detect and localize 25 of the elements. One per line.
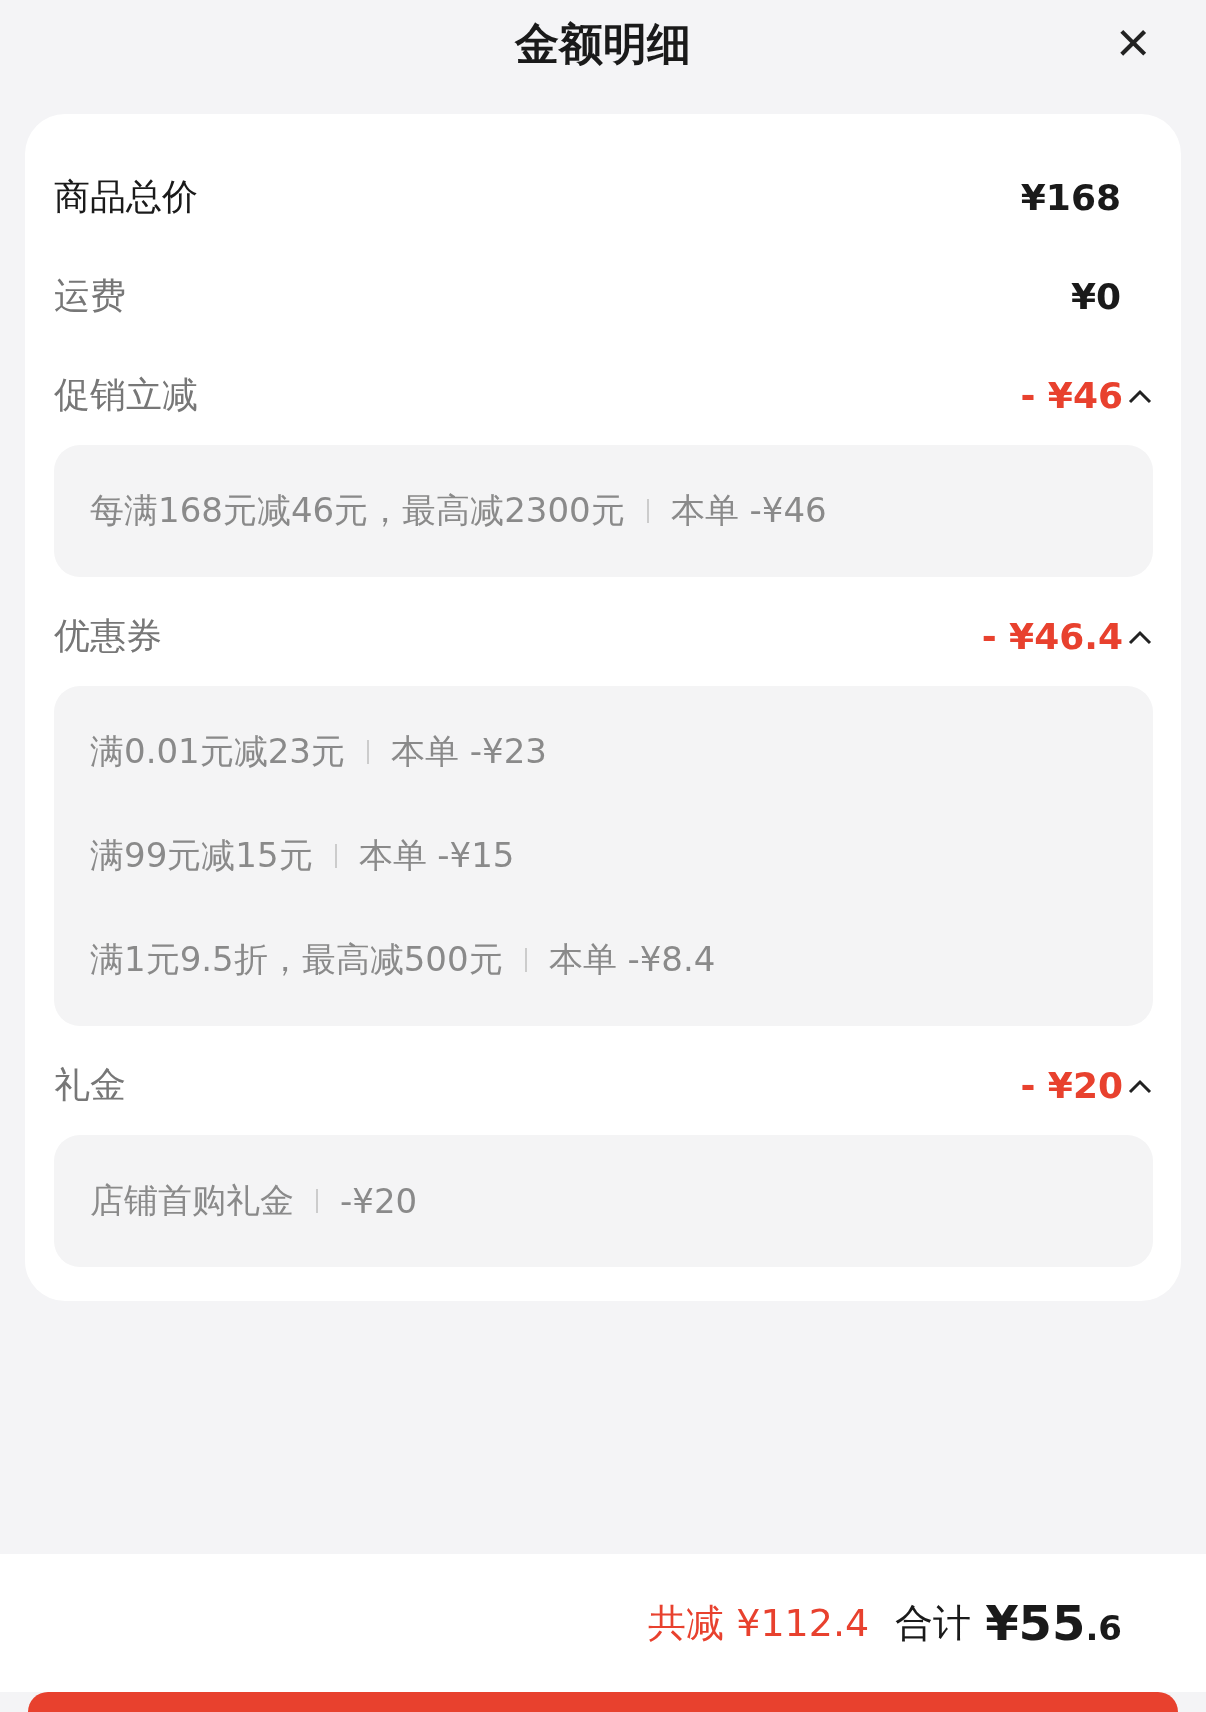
row-label: 促销立减 [54, 373, 198, 417]
detail-text: 满1元9.5折，最高减500元 [90, 938, 503, 981]
amount: - ¥46 [1020, 375, 1123, 416]
total-amount: ¥55.6 [985, 1595, 1122, 1651]
amount: - ¥20 [1020, 1065, 1123, 1106]
detail-text: 满99元减15元 [90, 834, 313, 877]
detail-amount: 本单 -¥15 [358, 834, 515, 877]
detail-text: 店铺首购礼金 [90, 1179, 294, 1222]
row-label: 商品总价 [54, 175, 198, 219]
window-title: 金额明细 [515, 16, 691, 71]
row-label: 礼金 [54, 1063, 126, 1107]
amount: - ¥46.4 [981, 616, 1123, 657]
detail-amount: 本单 -¥8.4 [548, 938, 716, 981]
close-button[interactable]: × [1110, 14, 1156, 70]
detail-amount: 本单 -¥23 [390, 730, 547, 773]
row-label: 优惠券 [54, 614, 162, 658]
amount: ¥0 [1070, 276, 1121, 317]
detail-text: 每满168元减46元，最高减2300元 [90, 489, 625, 532]
detail-amount: 本单 -¥46 [670, 489, 827, 532]
total-discount: 共减 ¥112.4 [648, 1599, 870, 1647]
row-label: 运费 [54, 274, 126, 318]
detail-text: 满0.01元减23元 [90, 730, 345, 773]
total-label: 合计 [895, 1599, 972, 1647]
amount: ¥168 [1020, 177, 1121, 218]
detail-amount: -¥20 [340, 1181, 418, 1221]
